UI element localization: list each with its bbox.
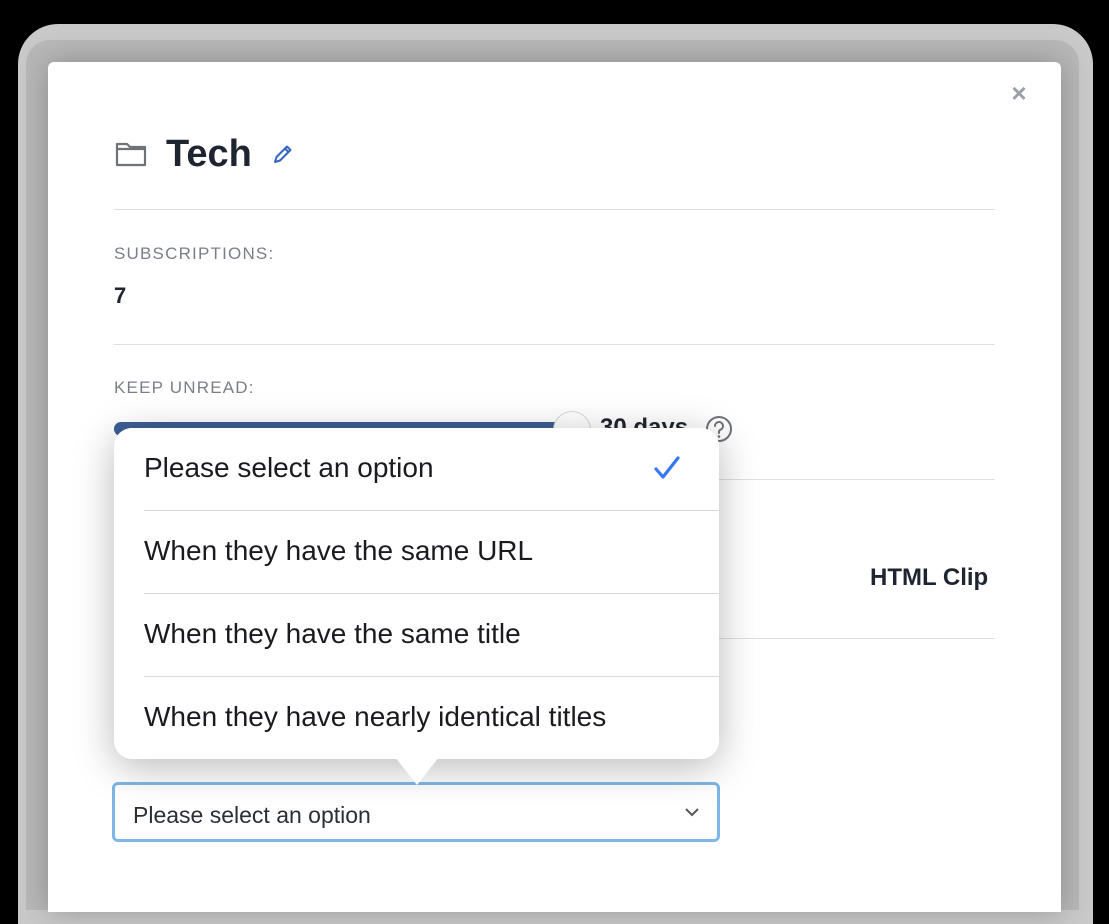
option-label: When they have the same title <box>144 618 521 649</box>
option-label: When they have nearly identical titles <box>144 701 607 732</box>
popover-arrow <box>395 757 439 785</box>
title-row: Tech <box>114 130 296 178</box>
folder-icon <box>115 142 147 167</box>
folder-title: Tech <box>166 132 252 175</box>
html-clip-label: HTML Clip <box>870 564 989 591</box>
pencil-icon[interactable] <box>270 141 296 167</box>
checkmark-icon <box>654 456 680 479</box>
chevron-down-icon <box>685 808 699 817</box>
subscriptions-count: 7 <box>114 283 127 308</box>
option-please-select[interactable]: Please select an option <box>144 428 719 511</box>
divider <box>114 344 995 345</box>
select-options-popover: Please select an option When they have t… <box>114 428 719 759</box>
option-same-title[interactable]: When they have the same title <box>144 594 719 677</box>
close-icon[interactable]: × <box>1008 80 1030 106</box>
option-label: When they have the same URL <box>144 535 534 566</box>
keep-unread-label: KEEP UNREAD: <box>114 378 255 397</box>
option-nearly-identical-titles[interactable]: When they have nearly identical titles <box>144 677 719 760</box>
option-label: Please select an option <box>144 452 434 483</box>
select-value: Please select an option <box>133 802 371 828</box>
option-same-url[interactable]: When they have the same URL <box>144 511 719 594</box>
divider <box>114 209 995 210</box>
duplicate-rule-select[interactable]: Please select an option <box>112 782 720 842</box>
subscriptions-label: SUBSCRIPTIONS: <box>114 244 275 263</box>
